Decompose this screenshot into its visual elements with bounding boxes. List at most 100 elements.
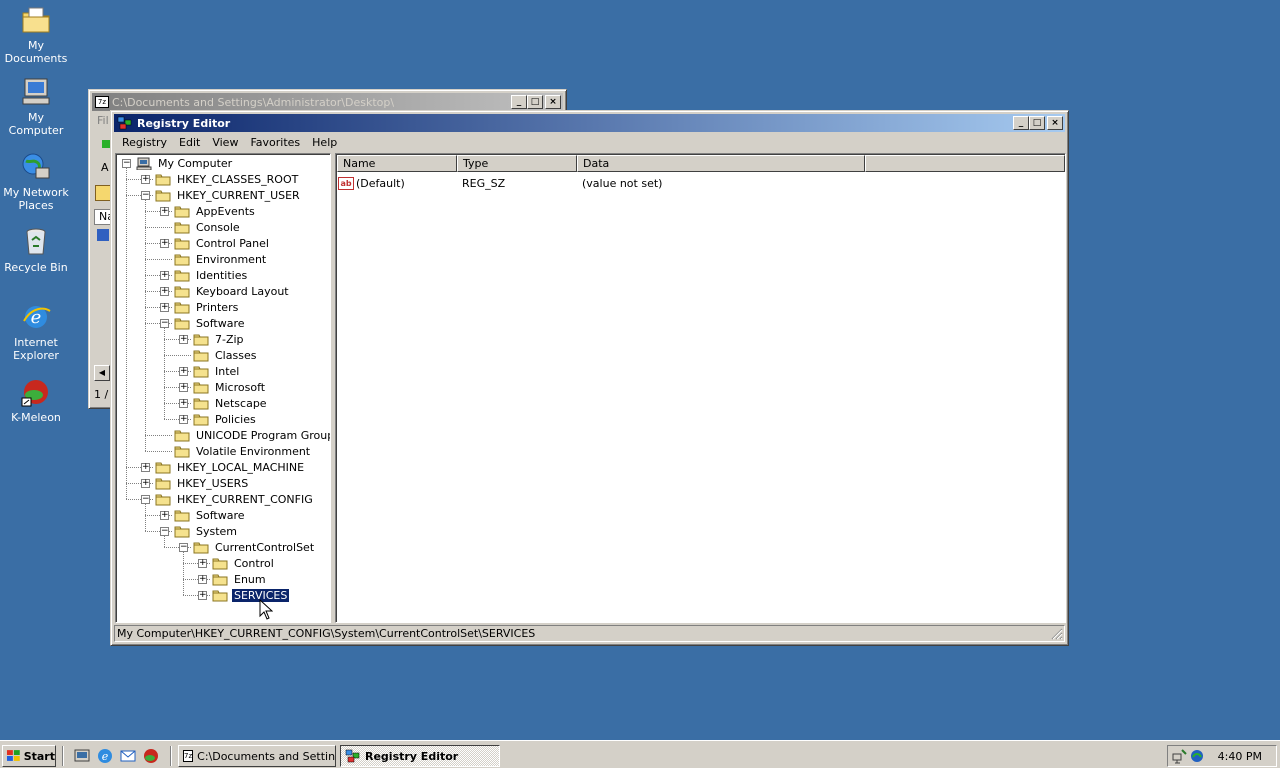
collapse-button[interactable]: − — [160, 319, 169, 328]
desktop-icon-recycle-bin[interactable]: Recycle Bin — [0, 226, 72, 274]
explorer-titlebar[interactable]: 7z C:\Documents and Settings\Administrat… — [92, 93, 563, 111]
tree-node-label[interactable]: Identities — [194, 269, 249, 282]
tree-node[interactable]: AppEvents — [174, 203, 257, 219]
explorer-menu-partial[interactable]: Fil — [97, 114, 109, 127]
desktop-icon-network-places[interactable]: My Network Places — [0, 151, 72, 212]
tree-node[interactable]: Netscape — [193, 395, 269, 411]
tree-node-label[interactable]: Environment — [194, 253, 268, 266]
collapse-button[interactable]: − — [141, 495, 150, 504]
tree-node-label[interactable]: Classes — [213, 349, 258, 362]
expand-button[interactable]: + — [160, 239, 169, 248]
tree-node-label[interactable]: UNICODE Program Groups — [194, 429, 330, 442]
tree-node-label[interactable]: Printers — [194, 301, 240, 314]
clock[interactable]: 4:40 PM — [1218, 750, 1262, 763]
minimize-button[interactable]: _ — [1013, 116, 1029, 130]
expand-button[interactable]: + — [160, 207, 169, 216]
tree-node[interactable]: UNICODE Program Groups — [174, 427, 330, 443]
desktop-icon-my-documents[interactable]: My Documents — [0, 4, 72, 65]
close-button[interactable]: × — [545, 95, 561, 109]
tree-node-label[interactable]: HKEY_CLASSES_ROOT — [175, 173, 300, 186]
tree-node[interactable]: HKEY_CLASSES_ROOT — [155, 171, 300, 187]
collapse-button[interactable]: − — [122, 159, 131, 168]
menu-favorites[interactable]: Favorites — [244, 136, 306, 149]
tree-node[interactable]: HKEY_LOCAL_MACHINE — [155, 459, 306, 475]
tree-node[interactable]: Policies — [193, 411, 258, 427]
collapse-button[interactable]: − — [141, 191, 150, 200]
expand-button[interactable]: + — [141, 463, 150, 472]
tree-node-label[interactable]: HKEY_CURRENT_USER — [175, 189, 302, 202]
menu-view[interactable]: View — [206, 136, 244, 149]
taskbar-button-registry-editor[interactable]: Registry Editor — [340, 745, 500, 767]
tree-node[interactable]: Keyboard Layout — [174, 283, 291, 299]
resize-grip-icon[interactable] — [1051, 628, 1063, 640]
tree-node[interactable]: SERVICES — [212, 587, 291, 603]
security-tray-icon[interactable] — [1189, 748, 1205, 764]
expand-button[interactable]: + — [198, 575, 207, 584]
tree-node-label[interactable]: Console — [194, 221, 242, 234]
expand-button[interactable]: + — [198, 559, 207, 568]
expand-button[interactable]: + — [179, 415, 188, 424]
tree-node[interactable]: System — [174, 523, 239, 539]
tree-node-label[interactable]: Keyboard Layout — [194, 285, 291, 298]
maximize-button[interactable]: □ — [1029, 116, 1045, 130]
tree-node[interactable]: HKEY_CURRENT_CONFIG — [155, 491, 315, 507]
tree-node[interactable]: Software — [174, 315, 247, 331]
expand-button[interactable]: + — [160, 287, 169, 296]
tree-node-label[interactable]: Intel — [213, 365, 241, 378]
tree-node[interactable]: Control Panel — [174, 235, 271, 251]
tree-node[interactable]: Microsoft — [193, 379, 267, 395]
registry-values-pane[interactable]: Name Type Data ab (Default) REG_SZ (valu… — [335, 153, 1066, 623]
tree-node-label[interactable]: Software — [194, 317, 247, 330]
column-type[interactable]: Type — [457, 155, 577, 172]
regedit-titlebar[interactable]: Registry Editor _ □ × — [114, 114, 1065, 132]
expand-button[interactable]: + — [179, 383, 188, 392]
tree-node[interactable]: Volatile Environment — [174, 443, 312, 459]
desktop-icon-my-computer[interactable]: My Computer — [0, 76, 72, 137]
tree-node-label[interactable]: Policies — [213, 413, 258, 426]
menu-registry[interactable]: Registry — [116, 136, 173, 149]
tree-node-label[interactable]: Microsoft — [213, 381, 267, 394]
tree-node[interactable]: Printers — [174, 299, 240, 315]
expand-button[interactable]: + — [141, 175, 150, 184]
expand-button[interactable]: + — [179, 367, 188, 376]
tree-node[interactable]: Environment — [174, 251, 268, 267]
tree-node-label[interactable]: Volatile Environment — [194, 445, 312, 458]
expand-button[interactable]: + — [160, 511, 169, 520]
tree-node-label[interactable]: My Computer — [156, 157, 234, 170]
registry-tree-pane[interactable]: My Computer − HKEY_CLASSES_ROOT + HKEY_CURRE… — [115, 153, 331, 623]
outlook-express-icon[interactable] — [119, 747, 137, 765]
show-desktop-icon[interactable] — [73, 747, 91, 765]
tree-node[interactable]: HKEY_USERS — [155, 475, 250, 491]
folder-up-icon[interactable] — [95, 185, 111, 201]
expand-button[interactable]: + — [160, 271, 169, 280]
expand-button[interactable]: + — [160, 303, 169, 312]
menu-edit[interactable]: Edit — [173, 136, 206, 149]
value-row[interactable]: ab (Default) REG_SZ (value not set) — [338, 175, 662, 191]
column-name[interactable]: Name — [337, 155, 457, 172]
internet-explorer-quicklaunch-icon[interactable]: e — [96, 747, 114, 765]
tree-node[interactable]: HKEY_CURRENT_USER — [155, 187, 302, 203]
tree-node-label[interactable]: HKEY_USERS — [175, 477, 250, 490]
desktop-icon-internet-explorer[interactable]: e Internet Explorer — [0, 301, 72, 362]
tree-node-label[interactable]: 7-Zip — [213, 333, 246, 346]
menu-help[interactable]: Help — [306, 136, 343, 149]
taskbar-button-explorer[interactable]: 7z C:\Documents and Settin... — [178, 745, 336, 767]
tree-node[interactable]: Control — [212, 555, 276, 571]
tree-node-label[interactable]: Netscape — [213, 397, 269, 410]
tree-node-label[interactable]: AppEvents — [194, 205, 257, 218]
network-tray-icon[interactable] — [1172, 748, 1188, 764]
tree-node[interactable]: Software — [174, 507, 247, 523]
tree-node[interactable]: Enum — [212, 571, 268, 587]
tree-node-label[interactable]: HKEY_LOCAL_MACHINE — [175, 461, 306, 474]
start-button[interactable]: Start — [2, 745, 56, 767]
tree-node-label[interactable]: HKEY_CURRENT_CONFIG — [175, 493, 315, 506]
tree-node[interactable]: Console — [174, 219, 242, 235]
expand-button[interactable]: + — [179, 335, 188, 344]
tree-node-label[interactable]: Software — [194, 509, 247, 522]
expand-button[interactable]: + — [179, 399, 188, 408]
tree-node-label[interactable]: Control Panel — [194, 237, 271, 250]
column-data[interactable]: Data — [577, 155, 865, 172]
tree-node[interactable]: 7-Zip — [193, 331, 246, 347]
collapse-button[interactable]: − — [179, 543, 188, 552]
tree-node-label[interactable]: CurrentControlSet — [213, 541, 316, 554]
